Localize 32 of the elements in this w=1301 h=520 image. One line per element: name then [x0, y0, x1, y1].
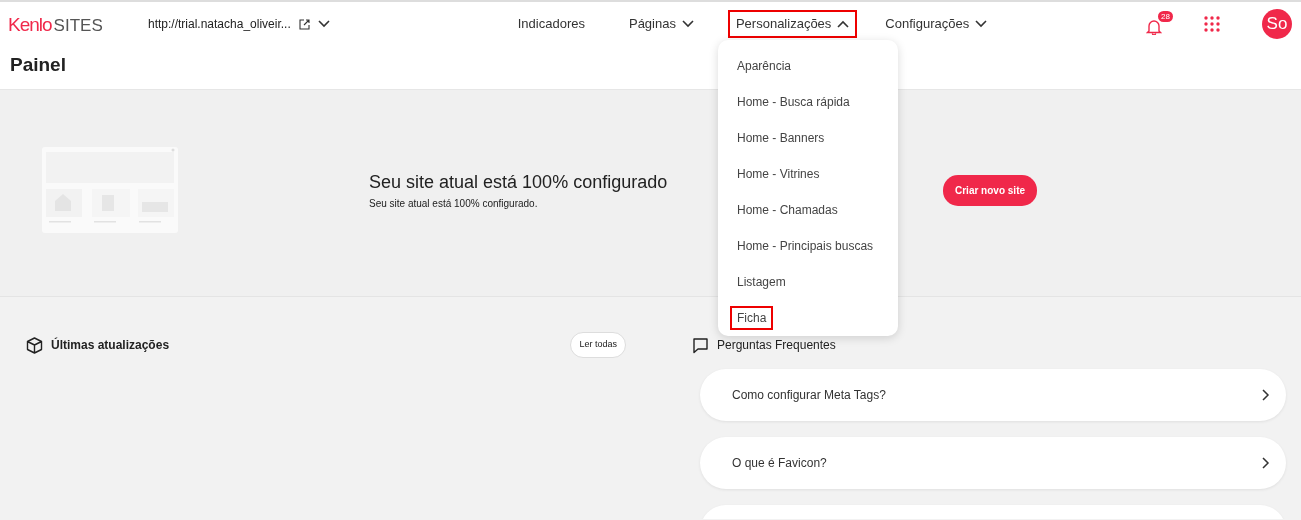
- site-url[interactable]: http://trial.natacha_oliveir...: [148, 15, 291, 33]
- menu-item[interactable]: Listagem: [730, 270, 793, 294]
- menu-item[interactable]: Home - Busca rápida: [730, 90, 857, 114]
- hero-title: Seu site atual está 100% configurado: [369, 171, 669, 194]
- apps-grid-icon[interactable]: [1204, 16, 1220, 32]
- nav-item[interactable]: Indicadores: [509, 10, 593, 38]
- bell-icon[interactable]: [1146, 18, 1162, 35]
- chevron-right-icon: [1262, 457, 1270, 469]
- nav-item[interactable]: Páginas: [620, 10, 702, 38]
- hero-subtitle: Seu site atual está 100% configurado.: [369, 197, 539, 211]
- cube-icon: [26, 336, 43, 354]
- create-site-button[interactable]: Criar novo site: [943, 174, 1038, 206]
- external-link-icon[interactable]: [298, 18, 310, 30]
- read-all-button[interactable]: Ler todas: [570, 332, 626, 358]
- chat-icon: [692, 336, 709, 354]
- menu-item[interactable]: Home - Vitrines: [730, 162, 827, 186]
- section-title: Últimas atualizações: [51, 336, 170, 354]
- menu-item[interactable]: Home - Principais buscas: [730, 234, 881, 258]
- menu-item[interactable]: Home - Banners: [730, 126, 832, 150]
- chevron-right-icon: [1262, 389, 1270, 401]
- menu-item[interactable]: Aparência: [730, 54, 799, 78]
- faq-item[interactable]: Como configurar Meta Tags?: [700, 369, 1286, 421]
- logo[interactable]: KenloSITES: [8, 13, 103, 35]
- nav-item[interactable]: Configurações: [877, 10, 996, 38]
- menu-item[interactable]: Home - Chamadas: [730, 198, 845, 222]
- faq-item[interactable]: O que é Favicon?: [700, 437, 1286, 489]
- user-avatar[interactable]: So: [1262, 9, 1292, 39]
- nav-item[interactable]: Personalizações: [727, 10, 858, 38]
- notification-badge: 28: [1158, 11, 1173, 22]
- section-title: Perguntas Frequentes: [717, 337, 836, 354]
- menu-item[interactable]: Ficha: [730, 306, 774, 330]
- site-dropdown[interactable]: [317, 20, 330, 28]
